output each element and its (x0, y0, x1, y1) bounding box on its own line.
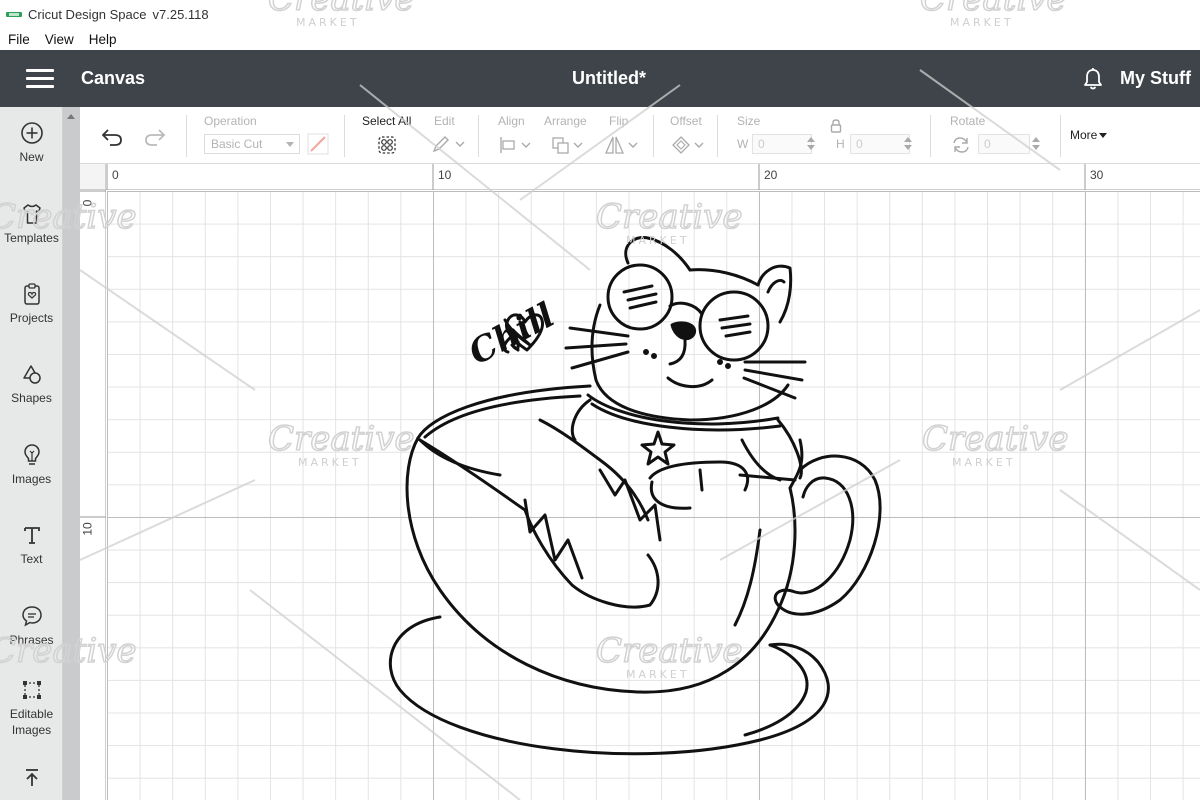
lightbulb-icon (23, 444, 40, 465)
edit-toolbar: Operation Basic Cut Select All Edit Alig… (80, 107, 1200, 164)
ruler-label: 10 (80, 522, 95, 536)
operation-select[interactable]: Basic Cut (204, 134, 300, 154)
height-input[interactable]: 0 (850, 134, 910, 154)
toolbar-divider (478, 115, 479, 157)
operation-value: Basic Cut (211, 137, 263, 151)
select-all-label: Select All (362, 114, 412, 128)
document-title[interactable]: Untitled* (0, 68, 1200, 89)
edit-pen-icon[interactable] (430, 134, 466, 154)
sidebar-item-images[interactable]: Images (0, 443, 63, 487)
left-sidebar: New Templates Projects Shapes Images Tex… (0, 107, 63, 800)
plus-circle-icon (20, 122, 43, 144)
operation-label: Operation (204, 114, 257, 128)
sidebar-item-templates[interactable]: Templates (0, 202, 63, 246)
menu-file[interactable]: File (8, 32, 30, 47)
ruler-label: 0 (80, 199, 95, 207)
window-title-bar: Cricut Design Space v7.25.118 (0, 0, 1200, 28)
app-version: v7.25.118 (152, 6, 209, 22)
width-stepper-icon[interactable] (805, 134, 817, 154)
chevron-down-icon (1099, 133, 1108, 139)
app-logo-icon (6, 10, 22, 19)
toolbar-divider (344, 115, 345, 157)
toolbar-divider (1060, 115, 1061, 157)
speech-bubble-icon (21, 606, 42, 627)
offset-label: Offset (670, 114, 702, 128)
sidebar-item-new[interactable]: New (0, 121, 63, 165)
toolbar-divider (930, 115, 931, 157)
chevron-down-icon (286, 142, 294, 147)
shapes-icon (22, 365, 41, 384)
arrange-icon[interactable] (550, 135, 586, 155)
clipboard-icon (23, 283, 40, 305)
toolbar-divider (186, 115, 187, 157)
sidebar-item-projects[interactable]: Projects (0, 282, 63, 326)
sidebar-item-phrases[interactable]: Phrases (0, 604, 63, 648)
menu-help[interactable]: Help (89, 32, 117, 47)
redo-icon[interactable] (143, 127, 167, 147)
design-canvas[interactable]: Chill (107, 191, 1200, 800)
sidebar-item-upload[interactable] (0, 766, 63, 794)
sidebar-item-label: Shapes (11, 391, 52, 405)
rotate-stepper-icon[interactable] (1030, 134, 1042, 154)
chill-text: Chill (462, 295, 561, 373)
toolbar-divider (653, 115, 654, 157)
sidebar-item-label: Templates (4, 231, 59, 245)
sidebar-item-label: Projects (9, 311, 54, 325)
scroll-up-arrow-icon[interactable] (67, 114, 75, 119)
ruler-label: 30 (1090, 168, 1104, 182)
text-icon (23, 527, 40, 544)
rotate-icon (953, 137, 969, 153)
offset-icon[interactable] (670, 135, 706, 155)
rotate-input[interactable]: 0 (978, 134, 1030, 154)
height-stepper-icon[interactable] (902, 134, 914, 154)
lock-icon[interactable] (829, 118, 843, 134)
sidebar-item-label: Editable (9, 707, 54, 721)
ruler-label: 0 (112, 168, 119, 182)
ruler-ticks-vertical (80, 190, 106, 518)
arrange-label: Arrange (544, 114, 587, 128)
flip-label: Flip (609, 114, 629, 128)
sidebar-item-label: Text (20, 552, 43, 566)
undo-icon[interactable] (100, 127, 124, 147)
upload-icon (25, 769, 38, 786)
menu-bar: File View Help (0, 28, 1200, 50)
menu-view[interactable]: View (45, 32, 74, 47)
rotate-label: Rotate (950, 114, 986, 128)
sidebar-item-label: Images (11, 472, 52, 486)
height-letter: H (836, 137, 845, 151)
edit-image-icon (22, 681, 41, 699)
select-all-icon[interactable] (376, 134, 398, 156)
width-letter: W (737, 137, 749, 151)
ruler-vertical: 0 10 (80, 190, 106, 800)
align-icon[interactable] (498, 135, 534, 155)
notification-bell-icon[interactable] (1082, 67, 1104, 91)
size-label: Size (737, 114, 761, 128)
shirt-icon (22, 204, 41, 224)
ruler-label: 10 (438, 168, 452, 182)
ruler-label: 20 (764, 168, 778, 182)
ruler-corner (80, 164, 106, 190)
sidebar-item-label: Phrases (9, 633, 54, 647)
my-stuff-link[interactable]: My Stuff (1120, 68, 1191, 89)
width-input[interactable]: 0 (752, 134, 812, 154)
linetype-color-swatch-icon[interactable] (307, 133, 329, 155)
ruler-ticks-horizontal (106, 164, 1086, 190)
edit-label: Edit (434, 114, 455, 128)
app-name: Cricut Design Space (28, 6, 147, 22)
more-menu-button[interactable]: More (1070, 128, 1108, 142)
sidebar-item-editable-images[interactable]: Editable Images (0, 678, 63, 738)
toolbar-divider (717, 115, 718, 157)
sidebar-item-label: New (19, 150, 44, 164)
cat-in-cup-artwork[interactable]: Chill (107, 191, 1200, 800)
align-label: Align (498, 114, 525, 128)
more-label: More (1070, 128, 1098, 142)
sidebar-item-text[interactable]: Text (0, 523, 63, 567)
flip-icon[interactable] (604, 135, 640, 155)
sidebar-item-label-line2: Images (11, 723, 52, 737)
app-header: Canvas Untitled* My Stuff (0, 50, 1200, 107)
sidebar-item-shapes[interactable]: Shapes (0, 362, 63, 406)
ruler-horizontal: 0 10 20 30 (80, 164, 1200, 190)
sidebar-scrollbar[interactable] (63, 107, 80, 800)
